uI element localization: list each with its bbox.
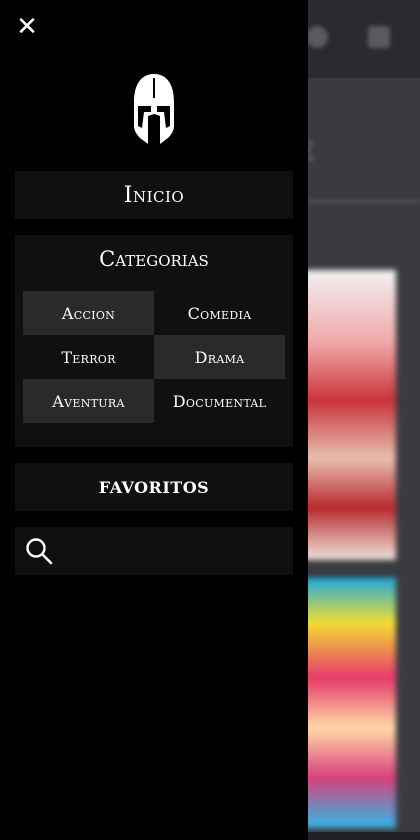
categories-panel: Categorias Accion Comedia Terror Drama A… [15, 235, 293, 447]
nav-item-favoritos-label: FAVORITOS [98, 477, 210, 497]
category-terror[interactable]: Terror [23, 335, 154, 379]
category-comedia[interactable]: Comedia [154, 291, 285, 335]
category-documental[interactable]: Documental [154, 379, 285, 423]
background-divider [300, 200, 420, 203]
search-bar [15, 527, 293, 575]
search-icon[interactable] [25, 537, 53, 565]
nav-item-inicio-label: Inicio [123, 182, 185, 208]
nav-item-inicio[interactable]: Inicio [15, 171, 293, 219]
category-accion[interactable]: Accion [23, 291, 154, 335]
background-menu-icon [368, 26, 390, 48]
search-input[interactable] [63, 535, 287, 569]
spartan-helmet-icon [134, 74, 174, 144]
close-icon[interactable]: ✕ [14, 14, 40, 40]
categories-title: Categorias [99, 247, 209, 271]
nav-item-favoritos[interactable]: FAVORITOS [15, 463, 293, 511]
background-movie-poster [302, 578, 396, 828]
background-movie-poster [302, 270, 396, 560]
navigation-drawer: ✕ Inicio Categorias Accion Comedia Terro… [0, 0, 308, 840]
category-aventura[interactable]: Aventura [23, 379, 154, 423]
background-user-icon [306, 26, 328, 48]
category-drama[interactable]: Drama [154, 335, 285, 379]
